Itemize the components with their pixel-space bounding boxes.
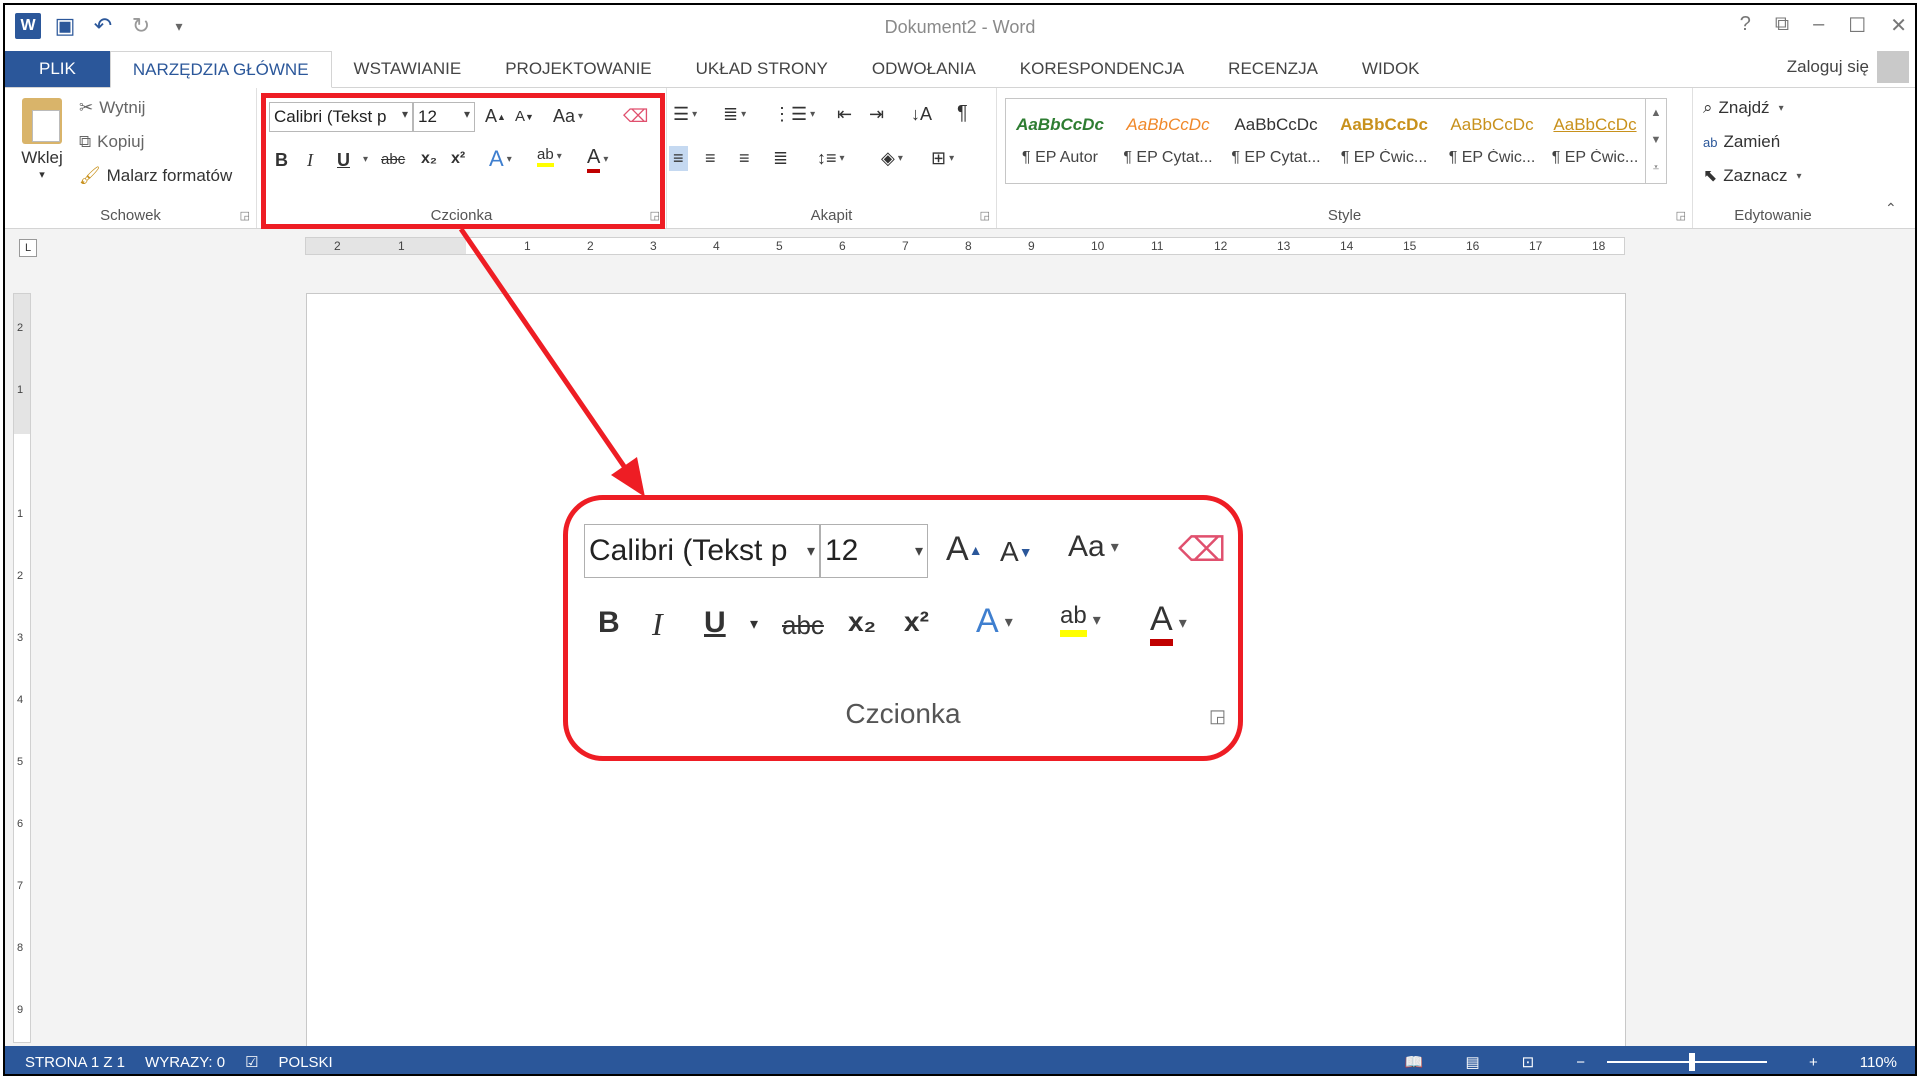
zoom-in-icon[interactable]: + xyxy=(1809,1054,1818,1071)
zoom-level[interactable]: 110% xyxy=(1860,1054,1897,1071)
chevron-down-icon: ▾ xyxy=(914,543,923,560)
font-name-value: Calibri (Tekst p xyxy=(589,534,788,567)
language[interactable]: POLSKI xyxy=(279,1054,333,1071)
change-case-label: Aa xyxy=(1068,530,1105,563)
status-right: 📖 ▤ ⊡ − + 110% xyxy=(1385,1053,1897,1071)
zoom-font-size-combobox: 12 ▾ xyxy=(820,524,928,578)
read-mode-icon[interactable]: 📖 xyxy=(1405,1053,1424,1071)
arrow-head xyxy=(611,457,645,497)
bold-icon: B xyxy=(598,606,620,639)
print-layout-icon[interactable]: ▤ xyxy=(1465,1053,1479,1071)
chevron-down-icon: ▾ xyxy=(750,616,759,633)
superscript-icon: x² xyxy=(904,606,929,637)
zoom-slider[interactable] xyxy=(1606,1053,1767,1071)
font-size-value: 12 xyxy=(825,534,859,567)
font-group-zoom: Calibri (Tekst p ▾ 12 ▾ A ▲ A ▼ Aa ▾ ⌫ B I … xyxy=(563,495,1243,761)
chevron-down-icon: ▾ xyxy=(806,543,815,560)
text-effects-icon: A ▾ xyxy=(976,602,1013,640)
word-count[interactable]: WYRAZY: 0 xyxy=(145,1054,225,1071)
web-layout-icon[interactable]: ⊡ xyxy=(1522,1053,1535,1071)
strikethrough-icon: abc xyxy=(782,610,824,640)
page-count[interactable]: STRONA 1 Z 1 xyxy=(25,1054,125,1071)
zoom-out-icon[interactable]: − xyxy=(1576,1054,1585,1071)
subscript-icon: x₂ xyxy=(848,606,877,637)
clear-formatting-icon: ⌫ xyxy=(1178,531,1227,569)
highlight-icon: ab ▾ xyxy=(1060,602,1101,637)
arrow-line xyxy=(458,227,633,477)
status-bar: STRONA 1 Z 1 WYRAZY: 0 ☑ POLSKI 📖 ▤ ⊡ − … xyxy=(5,1046,1915,1074)
word-window: W ▣ ↶ ↻ ▾ Dokument2 - Word ? ⧉ – ☐ ✕ PLI… xyxy=(3,3,1917,1076)
grow-font-icon: A ▲ xyxy=(946,530,983,568)
italic-icon: I xyxy=(652,606,663,642)
zoom-font-group-label: Czcionka xyxy=(845,698,961,729)
change-case-icon: Aa ▾ xyxy=(1068,530,1119,563)
underline-icon: U xyxy=(704,606,726,639)
dialog-launcher-icon: ◲ xyxy=(1208,706,1226,726)
proofing-icon[interactable]: ☑ xyxy=(245,1053,258,1071)
zoom-slider-knob[interactable] xyxy=(1688,1053,1695,1071)
font-color-icon: A ▾ xyxy=(1150,600,1187,646)
zoom-font-name-combobox: Calibri (Tekst p ▾ xyxy=(584,524,820,578)
shrink-font-icon: A ▼ xyxy=(1000,536,1033,567)
